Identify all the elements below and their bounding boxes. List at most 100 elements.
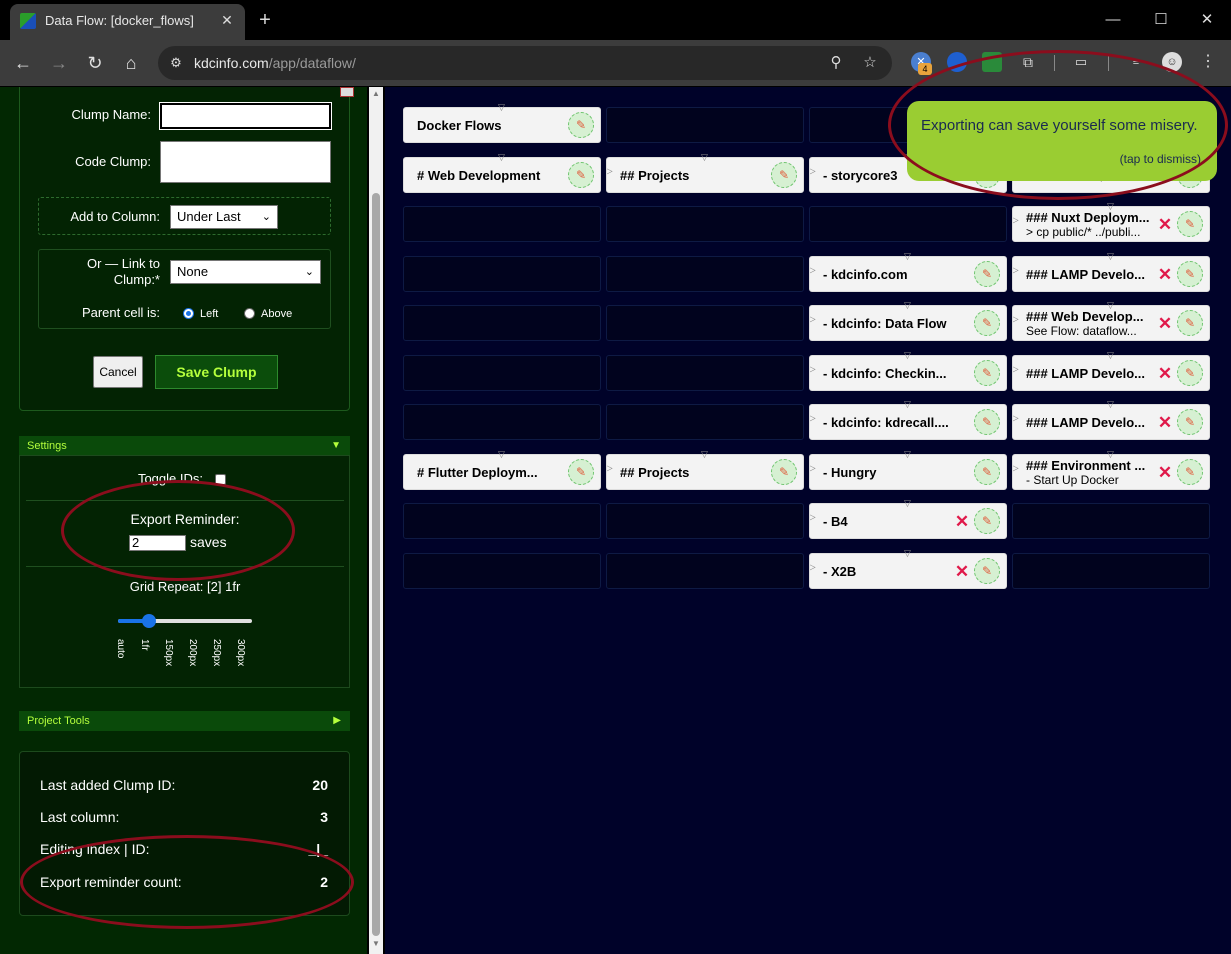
- menu-kebab-icon[interactable]: ⋮: [1198, 52, 1218, 72]
- link-down-icon: ▽: [498, 152, 505, 162]
- edit-pencil-icon[interactable]: ✎: [568, 112, 594, 138]
- empty-grid-cell: [403, 256, 601, 292]
- link-arrow-icon: ▷: [810, 314, 816, 325]
- save-clump-button[interactable]: Save Clump: [155, 355, 278, 389]
- annotation-ellipse: [61, 480, 295, 581]
- empty-grid-cell: [403, 206, 601, 242]
- project-tools-header[interactable]: Project Tools ▶: [19, 711, 350, 731]
- link-down-icon: ▽: [1107, 399, 1114, 409]
- link-arrow-icon: ▷: [607, 463, 613, 474]
- edit-pencil-icon[interactable]: ✎: [1177, 310, 1203, 336]
- clump-name: ### Nuxt Deploym...: [1026, 210, 1150, 225]
- expand-arrow-icon: ▶: [333, 715, 341, 726]
- link-down-icon: ▽: [904, 548, 911, 558]
- scroll-down-icon[interactable]: ▼: [372, 939, 380, 948]
- forward-icon[interactable]: →: [47, 51, 71, 75]
- tab-title: Data Flow: [docker_flows]: [45, 13, 194, 28]
- minimize-icon[interactable]: —: [1098, 8, 1128, 32]
- settings-header[interactable]: Settings ▼: [19, 436, 350, 456]
- clump-name: Docker Flows: [417, 118, 502, 133]
- link-arrow-icon: ▷: [1013, 463, 1019, 474]
- slider-tick-label: 1fr: [139, 639, 150, 651]
- grid-repeat-slider[interactable]: [118, 614, 252, 628]
- clump-name-input[interactable]: [159, 102, 332, 130]
- edit-pencil-icon[interactable]: ✎: [974, 558, 1000, 584]
- slider-tick-label: auto: [115, 639, 126, 659]
- empty-grid-cell: [606, 206, 804, 242]
- parent-left-label: Left: [200, 308, 219, 320]
- clump-name: - Hungry: [823, 465, 877, 480]
- edit-pencil-icon[interactable]: ✎: [771, 162, 797, 188]
- edit-pencil-icon[interactable]: ✎: [1177, 211, 1203, 237]
- delete-icon[interactable]: ✕: [1157, 464, 1173, 481]
- empty-grid-cell: [403, 553, 601, 589]
- back-icon[interactable]: ←: [11, 51, 35, 75]
- edit-pencil-icon[interactable]: ✎: [974, 459, 1000, 485]
- link-arrow-icon: ▷: [1013, 215, 1019, 226]
- reload-icon[interactable]: ↻: [83, 51, 107, 75]
- code-clump-textarea[interactable]: [160, 141, 331, 183]
- link-down-icon: ▽: [498, 449, 505, 459]
- parent-left-radio[interactable]: [183, 308, 194, 319]
- clump-name: ### LAMP Develo...: [1026, 267, 1145, 282]
- delete-icon[interactable]: ✕: [954, 563, 970, 580]
- delete-icon[interactable]: ✕: [1157, 216, 1173, 233]
- scroll-up-icon[interactable]: ▲: [372, 89, 380, 98]
- browser-tab[interactable]: Data Flow: [docker_flows] ✕: [10, 4, 245, 40]
- clump-name: - X2B: [823, 564, 857, 579]
- link-down-icon: ▽: [904, 251, 911, 261]
- link-to-clump-select[interactable]: None ⌄: [170, 260, 321, 284]
- cancel-button[interactable]: Cancel: [93, 356, 143, 388]
- scrollbar-thumb[interactable]: [372, 193, 380, 936]
- link-arrow-icon: ▷: [1013, 265, 1019, 276]
- parent-above-radio[interactable]: [244, 308, 255, 319]
- clump-name: ### LAMP Develo...: [1026, 415, 1145, 430]
- edit-pencil-icon[interactable]: ✎: [974, 310, 1000, 336]
- clump-name: - kdcinfo: Data Flow: [823, 316, 947, 331]
- edit-pencil-icon[interactable]: ✎: [1177, 409, 1203, 435]
- stat-label: Last added Clump ID:: [40, 777, 176, 793]
- clump-name: - storycore3: [823, 168, 898, 183]
- clump-name: - kdcinfo: Checkin...: [823, 366, 947, 381]
- edit-pencil-icon[interactable]: ✎: [974, 409, 1000, 435]
- edit-pencil-icon[interactable]: ✎: [1177, 459, 1203, 485]
- bookmark-star-icon[interactable]: ☆: [860, 53, 880, 73]
- delete-icon[interactable]: ✕: [1157, 315, 1173, 332]
- clump-name: ### Environment ...: [1026, 458, 1146, 473]
- site-info-icon[interactable]: ⚙: [166, 53, 186, 73]
- empty-grid-cell: [606, 553, 804, 589]
- edit-pencil-icon[interactable]: ✎: [1177, 261, 1203, 287]
- edit-pencil-icon[interactable]: ✎: [568, 459, 594, 485]
- link-arrow-icon: ▷: [810, 166, 816, 177]
- empty-grid-cell: [403, 404, 601, 440]
- edit-pencil-icon[interactable]: ✎: [974, 508, 1000, 534]
- address-bar[interactable]: ⚙ kdcinfo.com/app/dataflow/ ⚲ ☆: [158, 46, 892, 80]
- link-down-icon: ▽: [1107, 300, 1114, 310]
- empty-grid-cell: [403, 305, 601, 341]
- tab-close-icon[interactable]: ✕: [217, 10, 237, 30]
- empty-grid-cell: [606, 107, 804, 143]
- edit-pencil-icon[interactable]: ✎: [1177, 360, 1203, 386]
- edit-pencil-icon[interactable]: ✎: [568, 162, 594, 188]
- window-close-icon[interactable]: ✕: [1192, 8, 1222, 32]
- delete-icon[interactable]: ✕: [1157, 365, 1173, 382]
- delete-icon[interactable]: ✕: [954, 513, 970, 530]
- edit-pencil-icon[interactable]: ✎: [974, 360, 1000, 386]
- maximize-icon[interactable]: ☐: [1146, 8, 1176, 32]
- zoom-icon[interactable]: ⚲: [826, 53, 846, 73]
- link-arrow-icon: ▷: [1013, 364, 1019, 375]
- home-icon[interactable]: ⌂: [119, 51, 143, 75]
- edit-pencil-icon[interactable]: ✎: [974, 261, 1000, 287]
- delete-icon[interactable]: ✕: [1157, 414, 1173, 431]
- link-down-icon: ▽: [904, 498, 911, 508]
- edit-pencil-icon[interactable]: ✎: [771, 459, 797, 485]
- code-clump-label: Code Clump:: [75, 154, 151, 169]
- sidebar-corner-icon: [340, 87, 354, 97]
- sidebar-scrollbar[interactable]: ▲ ▼: [369, 87, 383, 954]
- new-tab-icon[interactable]: +: [255, 8, 275, 32]
- add-to-column-select[interactable]: Under Last ⌄: [170, 205, 278, 229]
- slider-thumb[interactable]: [142, 614, 156, 628]
- clump-name: - B4: [823, 514, 848, 529]
- delete-icon[interactable]: ✕: [1157, 266, 1173, 283]
- link-arrow-icon: ▷: [1013, 314, 1019, 325]
